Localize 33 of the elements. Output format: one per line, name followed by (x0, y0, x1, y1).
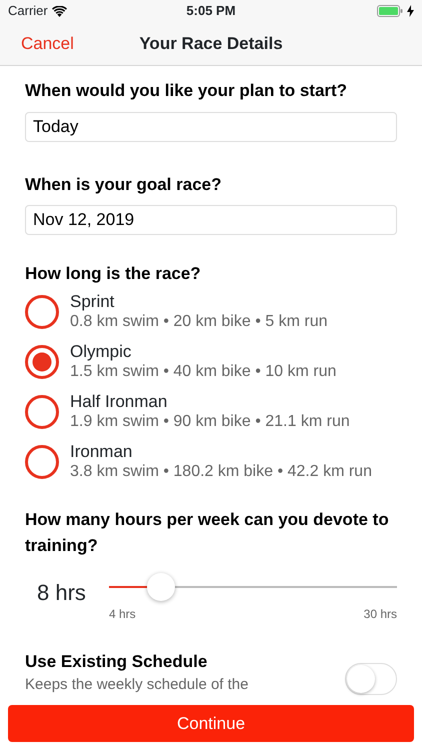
slider-max-label: 30 hrs (364, 606, 397, 622)
question-label: How long is the race? (25, 263, 202, 285)
question-label: How many hours per week can you devote to training? (25, 508, 390, 557)
race-distances: 0.8 km swim • 20 km bike • 5 km run (70, 312, 328, 332)
radio-button[interactable] (25, 294, 59, 328)
date-field[interactable]: Nov 12, 2019 (25, 205, 397, 235)
slider-min-label: 4 hrs (109, 606, 136, 622)
radio-button[interactable] (25, 394, 59, 428)
question-label: When is your goal race? (25, 174, 222, 196)
race-distances: 3.8 km swim • 180.2 km bike • 42.2 km run (70, 462, 372, 482)
race-distances: 1.5 km swim • 40 km bike • 10 km run (70, 362, 336, 382)
setting-description: Keeps the weekly schedule of the (25, 675, 248, 695)
toggle-switch[interactable] (345, 662, 397, 694)
wifi-icon (52, 6, 67, 16)
status-time: 5:05 PM (185, 2, 237, 20)
slider-thumb[interactable] (146, 572, 175, 600)
hours-value: 8 hrs (36, 578, 87, 606)
race-name: Ironman (70, 442, 134, 462)
battery-icon (377, 5, 403, 17)
screen-title: Your Race Details (139, 32, 283, 55)
radio-button[interactable] (25, 344, 59, 378)
race-name: Sprint (70, 292, 116, 312)
cancel-button[interactable]: Cancel (21, 30, 74, 56)
race-distances: 1.9 km swim • 90 km bike • 21.1 km run (70, 412, 350, 432)
radio-button[interactable] (25, 444, 59, 478)
continue-button[interactable]: Continue (8, 705, 414, 742)
question-label: When would you like your plan to start? (25, 80, 348, 102)
race-name: Half Ironman (70, 392, 168, 412)
setting-title: Use Existing Schedule (25, 650, 208, 673)
race-name: Olympic (70, 342, 132, 362)
carrier-name: Carrier (8, 2, 48, 20)
hours-slider[interactable] (109, 572, 397, 600)
date-field[interactable]: Today (25, 112, 397, 142)
